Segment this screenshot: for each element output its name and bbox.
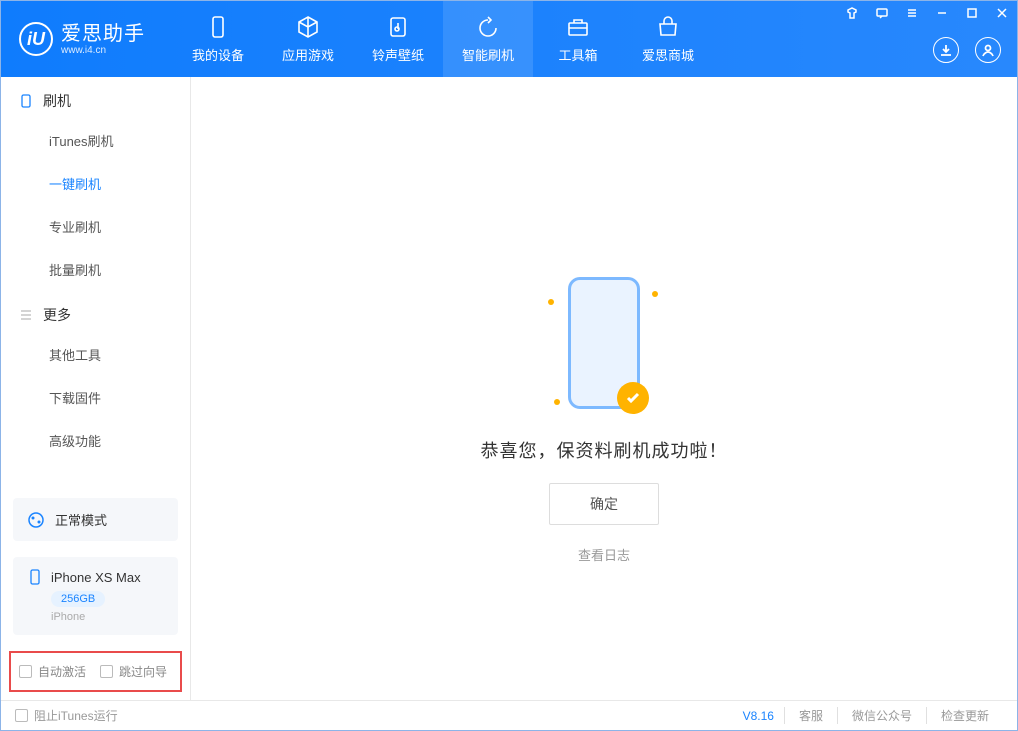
toolbox-icon — [566, 15, 590, 39]
bottom-options: 自动激活 跳过向导 — [9, 651, 182, 692]
main-content: 恭喜您，保资料刷机成功啦！ 确定 查看日志 — [191, 77, 1017, 700]
phone-icon — [19, 94, 33, 108]
app-logo: iU 爱思助手 www.i4.cn — [1, 1, 163, 77]
sidebar-section-flash: 刷机 — [1, 77, 190, 119]
ok-button[interactable]: 确定 — [549, 483, 659, 525]
logo-icon: iU — [19, 22, 53, 56]
mode-card[interactable]: 正常模式 — [13, 498, 178, 541]
footer-right: V8.16 客服 微信公众号 检查更新 — [743, 707, 1003, 724]
list-icon — [19, 308, 33, 322]
skin-button[interactable] — [837, 1, 867, 25]
tab-smart-flash[interactable]: 智能刷机 — [443, 1, 533, 77]
device-card[interactable]: iPhone XS Max 256GB iPhone — [13, 557, 178, 635]
close-button[interactable] — [987, 1, 1017, 25]
sidebar-item-pro[interactable]: 专业刷机 — [1, 205, 190, 248]
tab-label: 爱思商城 — [642, 45, 694, 64]
phone-outline-icon — [568, 277, 640, 409]
download-button[interactable] — [933, 37, 959, 63]
tab-toolbox[interactable]: 工具箱 — [533, 1, 623, 77]
refresh-icon — [476, 15, 500, 39]
app-title: 爱思助手 — [61, 23, 145, 45]
footer-link-support[interactable]: 客服 — [784, 707, 837, 724]
mode-label: 正常模式 — [55, 510, 107, 529]
header-actions — [933, 37, 1001, 63]
checkbox-icon — [15, 709, 28, 722]
device-name: iPhone XS Max — [51, 570, 141, 585]
tab-apps-games[interactable]: 应用游戏 — [263, 1, 353, 77]
tab-my-device[interactable]: 我的设备 — [173, 1, 263, 77]
menu-button[interactable] — [897, 1, 927, 25]
success-panel: 恭喜您，保资料刷机成功啦！ 确定 查看日志 — [191, 277, 1017, 564]
version-label: V8.16 — [743, 709, 774, 723]
main-tabs: 我的设备 应用游戏 铃声壁纸 智能刷机 工具箱 爱思商城 — [173, 1, 713, 77]
checkbox-block-itunes[interactable]: 阻止iTunes运行 — [15, 707, 118, 724]
mode-icon — [27, 511, 45, 529]
tab-ringtones[interactable]: 铃声壁纸 — [353, 1, 443, 77]
section-title: 刷机 — [43, 91, 71, 111]
tab-label: 我的设备 — [192, 45, 244, 64]
tab-store[interactable]: 爱思商城 — [623, 1, 713, 77]
sparkle-icon — [554, 399, 560, 405]
sidebar-item-firmware[interactable]: 下载固件 — [1, 376, 190, 419]
app-body: 刷机 iTunes刷机 一键刷机 专业刷机 批量刷机 更多 其他工具 下载固件 … — [1, 77, 1017, 700]
logo-text: 爱思助手 www.i4.cn — [61, 23, 145, 56]
tab-label: 智能刷机 — [462, 45, 514, 64]
status-bar: 阻止iTunes运行 V8.16 客服 微信公众号 检查更新 — [1, 700, 1017, 730]
tab-label: 应用游戏 — [282, 45, 334, 64]
window-controls — [837, 1, 1017, 25]
minimize-button[interactable] — [927, 1, 957, 25]
sparkle-icon — [548, 299, 554, 305]
music-icon — [386, 15, 410, 39]
check-badge-icon — [617, 382, 649, 414]
view-log-link[interactable]: 查看日志 — [578, 545, 630, 564]
app-subtitle: www.i4.cn — [61, 45, 145, 56]
user-button[interactable] — [975, 37, 1001, 63]
tab-label: 工具箱 — [558, 45, 597, 64]
sidebar-item-other[interactable]: 其他工具 — [1, 333, 190, 376]
success-illustration — [544, 277, 664, 417]
checkbox-label: 跳过向导 — [119, 663, 167, 680]
device-storage: 256GB — [51, 591, 105, 607]
checkbox-label: 阻止iTunes运行 — [34, 707, 118, 724]
device-type: iPhone — [51, 611, 164, 623]
sidebar-item-batch[interactable]: 批量刷机 — [1, 248, 190, 291]
sidebar-item-itunes[interactable]: iTunes刷机 — [1, 119, 190, 162]
checkbox-auto-activate[interactable]: 自动激活 — [19, 663, 86, 680]
store-icon — [656, 15, 680, 39]
footer-link-update[interactable]: 检查更新 — [926, 707, 1003, 724]
sidebar-item-advanced[interactable]: 高级功能 — [1, 419, 190, 462]
device-icon — [206, 15, 230, 39]
sidebar-section-more: 更多 — [1, 291, 190, 333]
sidebar: 刷机 iTunes刷机 一键刷机 专业刷机 批量刷机 更多 其他工具 下载固件 … — [1, 77, 191, 700]
sparkle-icon — [652, 291, 658, 297]
section-title: 更多 — [43, 305, 71, 325]
maximize-button[interactable] — [957, 1, 987, 25]
cube-icon — [296, 15, 320, 39]
footer-link-wechat[interactable]: 微信公众号 — [837, 707, 926, 724]
success-message: 恭喜您，保资料刷机成功啦！ — [481, 437, 728, 463]
checkbox-icon — [100, 665, 113, 678]
tab-label: 铃声壁纸 — [372, 45, 424, 64]
app-header: iU 爱思助手 www.i4.cn 我的设备 应用游戏 铃声壁纸 智能刷机 工具… — [1, 1, 1017, 77]
feedback-button[interactable] — [867, 1, 897, 25]
checkbox-skip-guide[interactable]: 跳过向导 — [100, 663, 167, 680]
device-icon — [27, 569, 43, 585]
checkbox-icon — [19, 665, 32, 678]
checkbox-label: 自动激活 — [38, 663, 86, 680]
sidebar-item-oneclick[interactable]: 一键刷机 — [1, 162, 190, 205]
sidebar-spacer — [1, 462, 190, 490]
